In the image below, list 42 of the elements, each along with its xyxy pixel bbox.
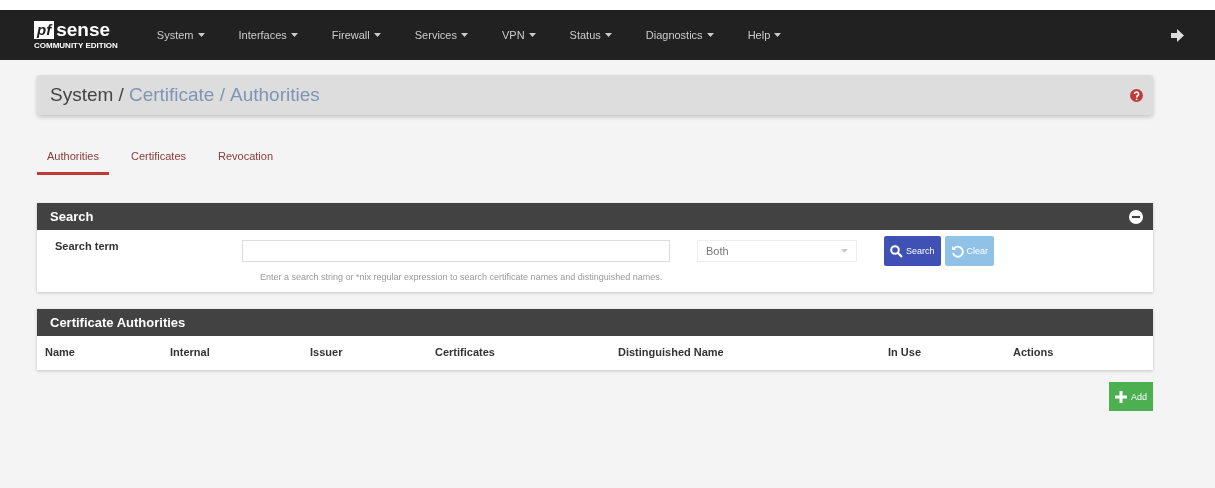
panel-title: Search bbox=[50, 209, 95, 224]
caret-icon bbox=[604, 33, 612, 37]
column-header: Name bbox=[45, 346, 76, 358]
caret-icon bbox=[290, 33, 298, 37]
scope-select[interactable]: Both bbox=[697, 240, 857, 262]
undo-icon bbox=[950, 244, 964, 258]
nav-menu[interactable]: Firewall bbox=[331, 29, 381, 41]
search-field[interactable] bbox=[242, 240, 670, 262]
tab[interactable]: Certificates bbox=[121, 142, 196, 175]
column-header: In Use bbox=[888, 346, 922, 358]
caret-icon bbox=[774, 33, 782, 37]
breadcrumb-root: System / bbox=[50, 84, 124, 106]
help-text: Enter a search string or *nix regular expression to search certificate names and distinguished names. bbox=[259, 271, 664, 284]
search-button[interactable]: Search bbox=[884, 236, 941, 266]
caret-icon bbox=[197, 33, 205, 37]
caret-icon bbox=[706, 33, 714, 37]
nav-menu[interactable]: VPN bbox=[501, 29, 536, 41]
logout-icon[interactable] bbox=[1171, 28, 1185, 42]
collapse-icon[interactable] bbox=[1129, 209, 1143, 224]
caret-icon bbox=[528, 33, 536, 37]
caret-icon bbox=[373, 33, 381, 37]
caret-icon bbox=[460, 33, 468, 37]
plus-icon bbox=[1115, 390, 1127, 403]
nav-menu[interactable]: Status bbox=[569, 29, 612, 41]
tab[interactable]: Authorities bbox=[37, 142, 109, 175]
column-header: Issuer bbox=[310, 346, 344, 358]
nav-menu[interactable]: Services bbox=[414, 29, 468, 41]
tab[interactable]: Revocation bbox=[208, 142, 284, 175]
panel-title: Certificate Authorities bbox=[50, 315, 187, 330]
field-label: Search term bbox=[55, 240, 120, 252]
help-icon[interactable] bbox=[1130, 88, 1143, 102]
search-icon bbox=[890, 244, 903, 258]
logo[interactable]: pf sense COMMUNITY EDITION bbox=[34, 20, 118, 50]
column-header: Certificates bbox=[435, 346, 496, 358]
nav-menu[interactable]: System bbox=[156, 29, 205, 41]
nav-menu[interactable]: Help bbox=[747, 29, 782, 41]
nav-menu[interactable]: Interfaces bbox=[238, 29, 298, 41]
caret-icon bbox=[841, 249, 848, 253]
column-header: Internal bbox=[170, 346, 211, 358]
nav-menu[interactable]: Diagnostics bbox=[645, 29, 714, 41]
column-header: Distinguished Name bbox=[618, 346, 725, 358]
column-header: Actions bbox=[1013, 346, 1055, 358]
